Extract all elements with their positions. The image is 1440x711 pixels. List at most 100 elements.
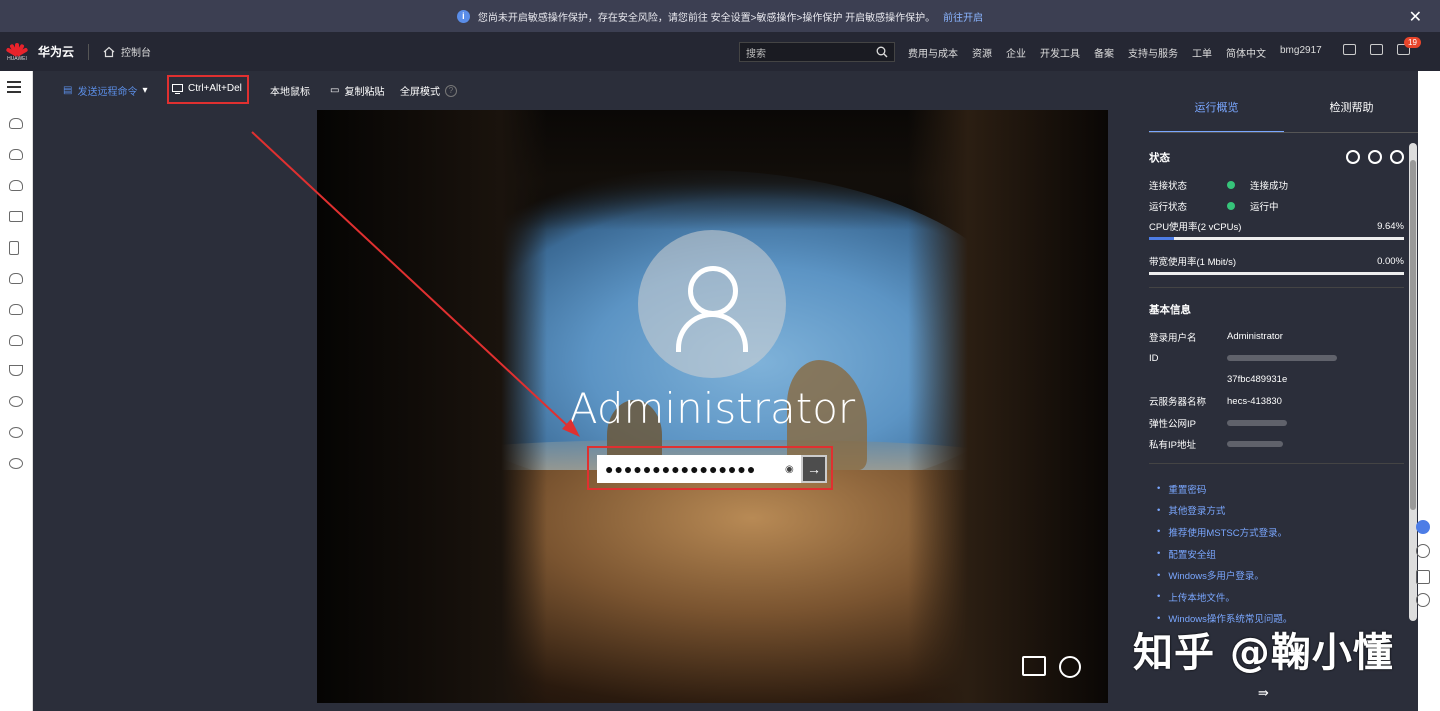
huawei-logo[interactable]: HUAWEI xyxy=(0,41,34,62)
security-group-link[interactable]: 配置安全组 xyxy=(1157,543,1404,565)
security-warning-banner: i 您尚未开启敏感操作保护，存在安全风险，请您前往 安全设置>敏感操作>操作保护… xyxy=(0,0,1440,32)
section-divider xyxy=(1149,287,1404,288)
nav-link-resources[interactable]: 资源 xyxy=(972,45,992,60)
cluster-icon[interactable] xyxy=(9,427,23,438)
cave-wall-right xyxy=(908,110,1108,703)
id-redacted xyxy=(1227,355,1337,362)
nav-link-tickets[interactable]: 工单 xyxy=(1192,45,1212,60)
cpu-usage-fill xyxy=(1149,237,1174,240)
eip-label: 弹性公网IP xyxy=(1149,418,1196,430)
collapse-panel-icon[interactable]: ⇛ xyxy=(1258,685,1269,701)
tabs-divider xyxy=(1149,132,1419,133)
bandwidth-usage-row: 带宽使用率(1 Mbit/s) 0.00% xyxy=(1149,252,1404,270)
search-placeholder: 搜索 xyxy=(746,48,766,60)
search-icon[interactable] xyxy=(876,46,888,58)
multi-user-login-link[interactable]: Windows多用户登录。 xyxy=(1157,564,1404,586)
login-user-row: 登录用户名 Administrator xyxy=(1149,326,1404,348)
power-off-icon[interactable] xyxy=(1346,150,1360,164)
reset-password-link[interactable]: 重置密码 xyxy=(1157,478,1404,500)
fullscreen-button[interactable]: 全屏模式 ? xyxy=(400,83,457,98)
nav-link-enterprise[interactable]: 企业 xyxy=(1006,45,1026,60)
cloud-security-icon[interactable] xyxy=(9,335,23,346)
nav-link-account[interactable]: bmg2917 xyxy=(1280,45,1322,60)
password-highlight xyxy=(587,446,833,490)
local-mouse-button[interactable]: 本地鼠标 xyxy=(270,83,310,98)
feedback-icon[interactable] xyxy=(1416,570,1430,584)
restart-icon[interactable] xyxy=(1368,150,1382,164)
panel-scrollbar-thumb[interactable] xyxy=(1410,160,1416,510)
smiley-icon[interactable] xyxy=(1416,593,1430,607)
close-icon[interactable]: ✕ xyxy=(1409,7,1422,27)
globe-icon[interactable] xyxy=(9,458,23,469)
copy-paste-button[interactable]: ▭ 复制粘贴 xyxy=(330,83,384,98)
customer-service-icon[interactable] xyxy=(1416,520,1430,534)
nav-link-language[interactable]: 简体中文 xyxy=(1226,45,1266,60)
server-name-value: hecs-413830 xyxy=(1227,395,1282,407)
cpu-usage-row: CPU使用率(2 vCPUs) 9.64% xyxy=(1149,217,1404,235)
cpu-value: 9.64% xyxy=(1377,220,1404,232)
banner-enable-link[interactable]: 前往开启 xyxy=(943,9,983,24)
banner-message: 您尚未开启敏感操作保护，存在安全风险，请您前往 安全设置>敏感操作>操作保护 开… xyxy=(477,12,936,24)
run-value: 运行中 xyxy=(1250,202,1279,214)
console-label: 控制台 xyxy=(121,48,152,59)
nav-link-support[interactable]: 支持与服务 xyxy=(1128,45,1178,60)
power-icon[interactable] xyxy=(1059,656,1081,678)
network-icon[interactable] xyxy=(9,211,23,222)
clipboard-icon: ▭ xyxy=(330,85,340,96)
send-command-label: 发送远程命令 xyxy=(77,87,138,98)
cloud-database-icon[interactable] xyxy=(9,180,23,191)
tab-overview[interactable]: 运行概览 xyxy=(1149,99,1284,133)
notification-badge: 19 xyxy=(1404,37,1421,48)
overview-panel: 运行概览 检测帮助 状态 连接状态 连接成功 运行状态 运行中 CPU使用率(2… xyxy=(1133,71,1419,711)
other-login-link[interactable]: 其他登录方式 xyxy=(1157,500,1404,522)
id-row: ID xyxy=(1149,348,1404,370)
connection-status-row: 连接状态 连接成功 xyxy=(1149,174,1404,196)
cloud-backup-icon[interactable] xyxy=(9,304,23,315)
mobile-icon[interactable] xyxy=(9,241,19,255)
upload-file-link[interactable]: 上传本地文件。 xyxy=(1157,586,1404,608)
refresh-icon[interactable] xyxy=(1390,150,1404,164)
watermark: 知乎 @鞠小懂 xyxy=(1133,630,1394,676)
login-username: Administrator xyxy=(568,384,856,433)
run-status-row: 运行状态 运行中 xyxy=(1149,196,1404,218)
floating-help-rail xyxy=(1418,71,1440,711)
fullscreen-label: 全屏模式 xyxy=(400,87,440,98)
private-ip-redacted xyxy=(1227,441,1283,448)
search-input[interactable]: 搜索 xyxy=(739,42,895,62)
panel-tabs: 运行概览 检测帮助 xyxy=(1149,99,1419,133)
status-title: 状态 xyxy=(1149,152,1170,164)
nav-link-devtools[interactable]: 开发工具 xyxy=(1040,45,1080,60)
compass-icon[interactable] xyxy=(9,396,23,407)
tab-diagnostics[interactable]: 检测帮助 xyxy=(1284,99,1419,133)
id-value: 37fbc489931e xyxy=(1227,374,1288,386)
mstsc-login-link[interactable]: 推荐使用MSTSC方式登录。 xyxy=(1157,521,1404,543)
menu-icon[interactable] xyxy=(7,81,21,96)
private-ip-row: 私有IP地址 xyxy=(1149,434,1404,456)
help-icon[interactable]: ? xyxy=(445,84,457,97)
cart-icon[interactable] xyxy=(1370,44,1383,55)
status-running-icon xyxy=(1227,202,1235,211)
anchor-icon[interactable] xyxy=(9,365,23,376)
nav-icon-group xyxy=(1343,44,1410,55)
cpu-usage-bar xyxy=(1149,237,1404,240)
bandwidth-usage-bar xyxy=(1149,272,1404,275)
server-name-label: 云服务器名称 xyxy=(1149,397,1207,409)
console-link[interactable]: 控制台 xyxy=(103,44,151,59)
accessibility-monitor-icon[interactable] xyxy=(1022,656,1046,676)
eip-row: 弹性公网IP xyxy=(1149,412,1404,434)
brand-name[interactable]: 华为云 xyxy=(38,43,74,60)
command-icon: ▤ xyxy=(63,85,73,96)
message-icon[interactable] xyxy=(1343,44,1356,55)
cloud-icon[interactable] xyxy=(9,273,23,284)
nav-link-billing[interactable]: 费用与成本 xyxy=(908,45,958,60)
bandwidth-label: 带宽使用率(1 Mbit/s) xyxy=(1149,257,1237,268)
left-service-rail xyxy=(0,71,33,711)
cloud-server-icon[interactable] xyxy=(9,118,23,129)
cloud-storage-icon[interactable] xyxy=(9,149,23,160)
user-avatar xyxy=(638,230,786,378)
private-ip-label: 私有IP地址 xyxy=(1149,440,1196,452)
question-icon[interactable] xyxy=(1416,544,1430,558)
connection-label: 连接状态 xyxy=(1149,180,1188,192)
send-command-dropdown[interactable]: ▤ 发送远程命令 ▾ xyxy=(63,83,147,98)
nav-link-icp[interactable]: 备案 xyxy=(1094,45,1114,60)
